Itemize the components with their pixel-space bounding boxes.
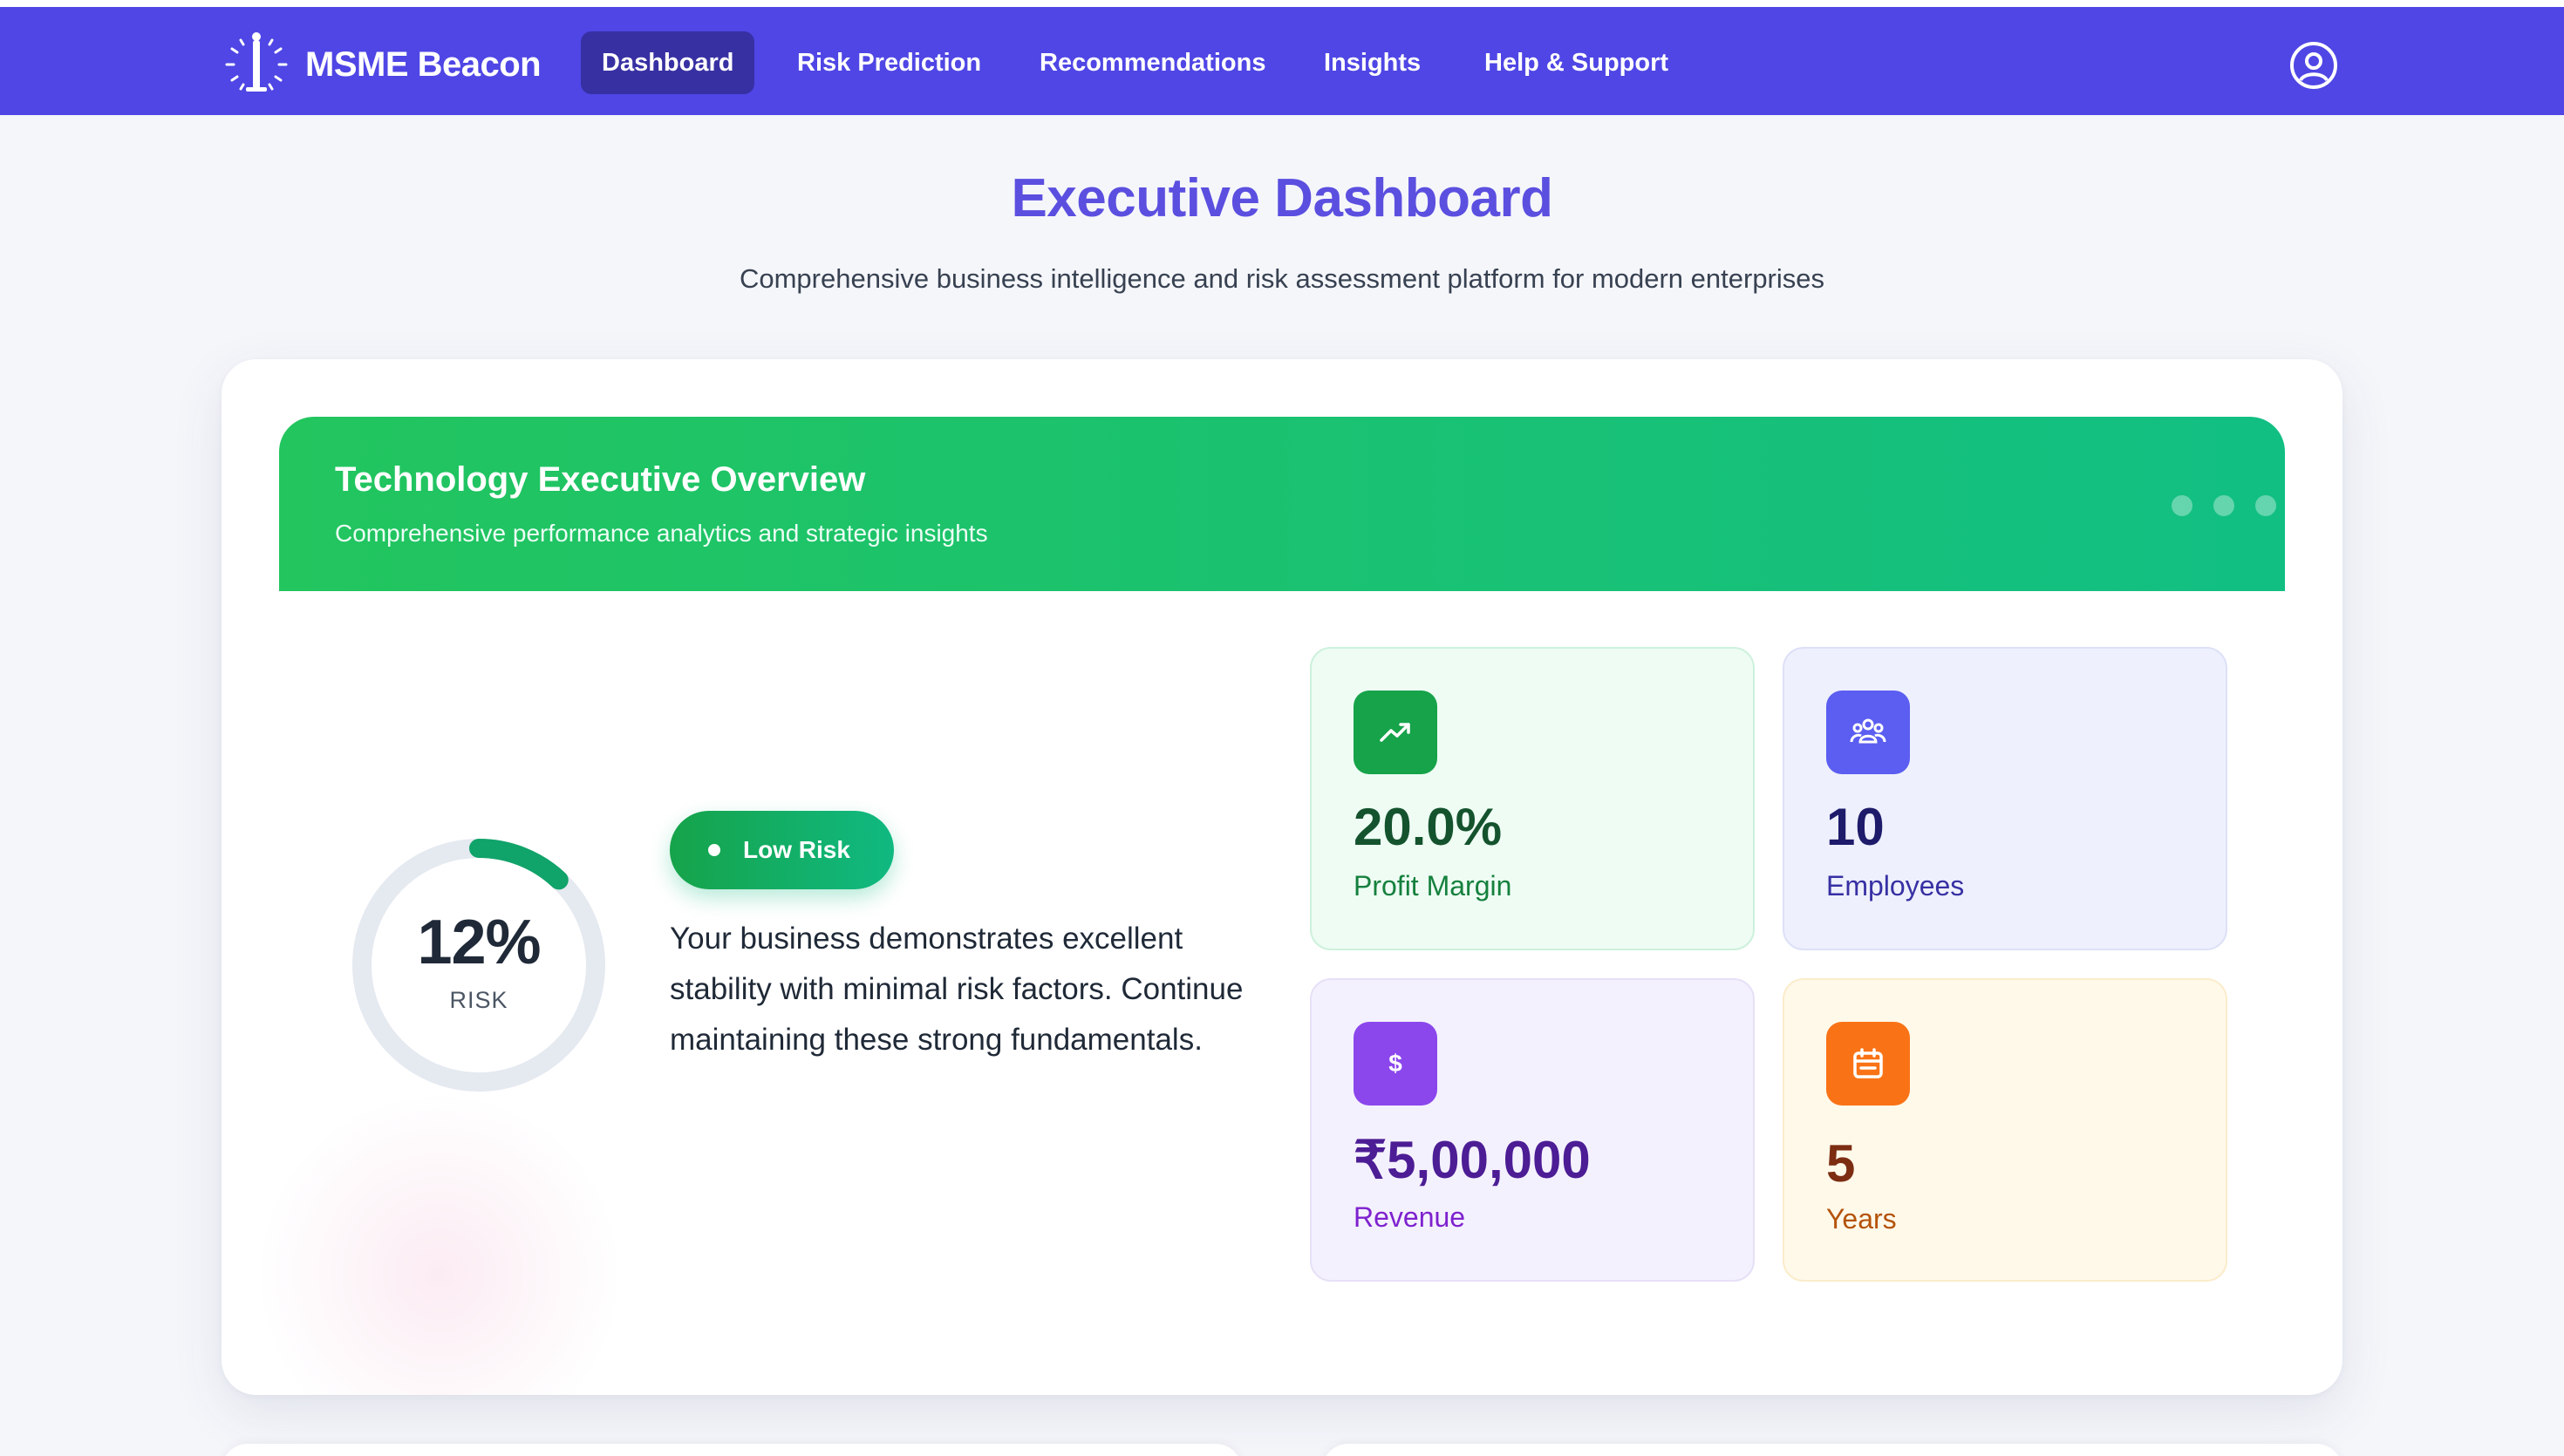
brand-name: MSME Beacon <box>305 44 542 84</box>
metric-label: Employees <box>1826 870 1965 901</box>
users-icon <box>1826 691 1910 774</box>
metric-label: Years <box>1826 1203 1897 1235</box>
next-section-card <box>1322 1444 2342 1456</box>
page-title: Executive Dashboard <box>1011 168 1553 228</box>
nav-help-support[interactable]: Help & Support <box>1463 31 1689 94</box>
banner-subtitle: Comprehensive performance analytics and … <box>335 520 988 547</box>
metric-card-profit-margin[interactable]: 20.0% Profit Margin <box>1310 647 1755 950</box>
metric-value: ₹5,00,000 <box>1354 1131 1591 1189</box>
dollar-glyph: $ <box>1388 1050 1402 1077</box>
lighthouse-logo-icon <box>225 32 288 92</box>
status-dot-icon <box>708 844 720 856</box>
nav-insights[interactable]: Insights <box>1303 31 1442 94</box>
overview-card: Technology Executive Overview Comprehens… <box>222 359 2342 1395</box>
nav-risk-prediction[interactable]: Risk Prediction <box>776 31 1002 94</box>
metric-label: Revenue <box>1354 1201 1466 1233</box>
risk-level-badge[interactable]: Low Risk <box>670 811 894 889</box>
metric-value: 20.0% <box>1354 798 1503 856</box>
next-section-card <box>222 1444 1242 1456</box>
page-subtitle: Comprehensive business intelligence and … <box>739 263 1825 294</box>
risk-label: RISK <box>449 987 508 1013</box>
banner-dot <box>2172 495 2192 516</box>
trending-up-icon <box>1354 691 1437 774</box>
dollar-icon: $ <box>1354 1022 1437 1106</box>
nav-dashboard[interactable]: Dashboard <box>581 31 755 94</box>
risk-level-text: Low Risk <box>743 836 850 863</box>
banner-dot <box>2213 495 2234 516</box>
banner-dot <box>2255 495 2276 516</box>
nav-recommendations[interactable]: Recommendations <box>1019 31 1286 94</box>
banner-title: Technology Executive Overview <box>335 460 866 499</box>
metric-value: 10 <box>1826 798 1885 856</box>
metric-card-years[interactable]: 5 Years <box>1783 978 2227 1282</box>
user-circle-icon[interactable] <box>2288 40 2339 91</box>
risk-percent: 12% <box>417 908 541 977</box>
calendar-icon <box>1826 1022 1910 1106</box>
risk-gauge: 12% RISK <box>344 830 614 1100</box>
decorative-glow <box>256 1092 623 1395</box>
risk-description: Your business demonstrates excellent sta… <box>670 922 1244 1057</box>
brand[interactable]: MSME Beacon <box>220 28 542 101</box>
overview-banner: Technology Executive Overview Comprehens… <box>279 417 2285 591</box>
top-edge <box>0 0 2564 7</box>
metric-label: Profit Margin <box>1354 870 1512 901</box>
navbar: MSME Beacon Dashboard Risk Prediction Re… <box>0 7 2564 115</box>
metric-card-employees[interactable]: 10 Employees <box>1783 647 2227 950</box>
metric-value: 5 <box>1826 1134 1856 1193</box>
metric-card-revenue[interactable]: $ ₹5,00,000 Revenue <box>1310 978 1755 1282</box>
